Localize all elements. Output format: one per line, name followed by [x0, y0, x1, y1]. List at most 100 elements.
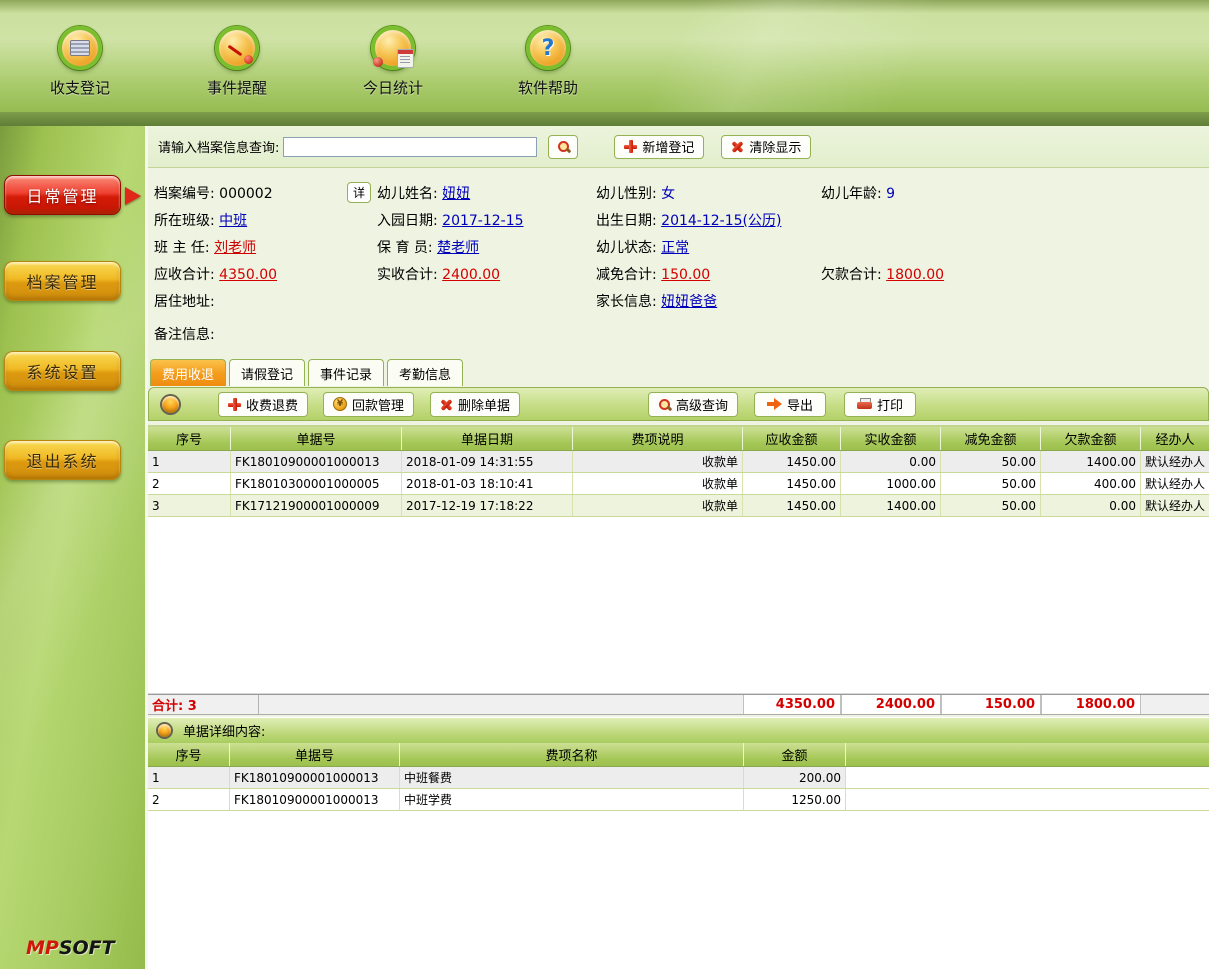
- delete-invoice-label: 删除单据: [458, 395, 510, 414]
- child-name-field: 幼儿姓名: 妞妞: [377, 183, 470, 203]
- collapse-orb-icon[interactable]: [162, 396, 179, 413]
- col-header-invoice: 单据号: [231, 427, 402, 450]
- collapse-orb-icon[interactable]: [158, 724, 171, 737]
- birth-date-link[interactable]: 2014-12-15(公历): [661, 213, 781, 229]
- table-row[interactable]: 3 FK17121900001000009 2017-12-19 17:18:2…: [148, 495, 1209, 517]
- topbar-item-event-reminder[interactable]: 事件提醒: [192, 26, 282, 98]
- repayment-label: 回款管理: [352, 395, 404, 414]
- enroll-date-field: 入园日期: 2017-12-15: [377, 210, 524, 230]
- col-header-received: 实收金额: [841, 427, 941, 450]
- tab-event-records[interactable]: 事件记录: [308, 359, 384, 386]
- detail-row-blank: [846, 789, 1209, 810]
- repayment-button[interactable]: ¥ 回款管理: [323, 392, 414, 417]
- nurse-link[interactable]: 楚老师: [437, 240, 479, 256]
- print-label: 打印: [877, 395, 903, 414]
- parent-field: 家长信息: 妞妞爸爸: [596, 291, 717, 311]
- col-header-operator: 经办人: [1141, 427, 1209, 450]
- total-receivable: 4350.00: [743, 695, 841, 714]
- status-link[interactable]: 正常: [661, 240, 689, 256]
- col-header-blank: [846, 743, 1209, 766]
- search-icon: [557, 140, 570, 153]
- advanced-query-label: 高级查询: [676, 395, 728, 414]
- col-header-type: 费项说明: [573, 427, 743, 450]
- archive-no-label: 档案编号: 000002: [154, 183, 273, 203]
- top-toolbar: 收支登记 事件提醒 今日统计 ? 软件帮助: [0, 0, 1209, 112]
- topbar-item-help[interactable]: ? 软件帮助: [503, 26, 593, 98]
- export-button[interactable]: 导出: [754, 392, 826, 417]
- detail-row[interactable]: 2 FK18010900001000013 中班学费 1250.00: [148, 789, 1209, 811]
- search-label: 请输入档案信息查询:: [158, 137, 279, 156]
- main-content: 请输入档案信息查询: 新增登记 清除显示 档案编号: 000002 详 幼儿姓名…: [148, 126, 1209, 969]
- receivable-total-value[interactable]: 4350.00: [219, 267, 277, 283]
- advanced-query-button[interactable]: 高级查询: [648, 392, 738, 417]
- fee-table-header: 序号 单据号 单据日期 费项说明 应收金额 实收金额 减免金额 欠款金额 经办人: [148, 427, 1209, 451]
- sidebar: 日常管理 档案管理 系统设置 退出系统 MPSOFT: [0, 126, 145, 969]
- reminder-icon: [215, 26, 259, 70]
- clear-display-label: 清除显示: [749, 137, 801, 156]
- total-waived: 150.00: [941, 695, 1041, 714]
- sidebar-item-system-settings[interactable]: 系统设置: [4, 351, 121, 391]
- head-teacher-link[interactable]: 刘老师: [214, 240, 256, 256]
- status-field: 幼儿状态: 正常: [596, 237, 689, 257]
- received-total-value[interactable]: 2400.00: [442, 267, 500, 283]
- sidebar-item-archive-management[interactable]: 档案管理: [4, 261, 121, 301]
- col-header-no: 序号: [148, 427, 231, 450]
- nurse-field: 保 育 员: 楚老师: [377, 237, 479, 257]
- search-button[interactable]: [548, 135, 578, 159]
- parent-link[interactable]: 妞妞爸爸: [661, 294, 717, 310]
- clear-display-button[interactable]: 清除显示: [721, 135, 811, 159]
- delete-invoice-button[interactable]: 删除单据: [430, 392, 520, 417]
- sidebar-item-daily-management[interactable]: 日常管理: [4, 175, 121, 215]
- fee-table-empty-area: [148, 517, 1209, 694]
- invoice-detail-header-bar: 单据详细内容:: [148, 717, 1209, 743]
- col-header-invoice: 单据号: [230, 743, 400, 766]
- export-label: 导出: [787, 395, 813, 414]
- print-button[interactable]: 打印: [844, 392, 916, 417]
- charge-refund-label: 收费退费: [246, 395, 298, 414]
- detail-table-header: 序号 单据号 费项名称 金额: [148, 743, 1209, 767]
- tab-attendance[interactable]: 考勤信息: [387, 359, 463, 386]
- owed-total-value[interactable]: 1800.00: [886, 267, 944, 283]
- waived-total-value[interactable]: 150.00: [661, 267, 710, 283]
- sidebar-item-exit-system[interactable]: 退出系统: [4, 440, 121, 480]
- totals-count-label: 合计: 3: [148, 695, 259, 714]
- receivable-total-field: 应收合计: 4350.00: [154, 264, 277, 284]
- search-input[interactable]: [283, 137, 537, 157]
- export-arrow-icon: [767, 398, 782, 410]
- enroll-date-link[interactable]: 2017-12-15: [442, 213, 523, 229]
- mpsoft-logo: MPSOFT: [26, 937, 115, 959]
- class-field: 所在班级: 中班: [154, 210, 247, 230]
- plus-icon: [228, 398, 241, 411]
- age-value: 9: [886, 186, 895, 202]
- owed-total-field: 欠款合计: 1800.00: [821, 264, 944, 284]
- sidebar-item-label: 档案管理: [26, 269, 98, 293]
- table-row[interactable]: 1 FK18010900001000013 2018-01-09 14:31:5…: [148, 451, 1209, 473]
- table-row[interactable]: 2 FK18010300001000005 2018-01-03 18:10:4…: [148, 473, 1209, 495]
- class-link[interactable]: 中班: [219, 213, 247, 229]
- tab-leave-register[interactable]: 请假登记: [229, 359, 305, 386]
- search-icon: [658, 398, 671, 411]
- fee-table: 序号 单据号 单据日期 费项说明 应收金额 实收金额 减免金额 欠款金额 经办人…: [148, 425, 1209, 517]
- topbar-item-income-register[interactable]: 收支登记: [35, 26, 125, 98]
- child-name-link[interactable]: 妞妞: [442, 186, 470, 202]
- new-register-label: 新增登记: [642, 137, 694, 156]
- plus-icon: [624, 140, 637, 153]
- fee-toolbar: 收费退费 ¥ 回款管理 删除单据 高级查询 导出 打印: [148, 387, 1209, 421]
- col-header-waived: 减免金额: [941, 427, 1041, 450]
- birth-date-field: 出生日期: 2014-12-15(公历): [596, 210, 781, 230]
- received-total-field: 实收合计: 2400.00: [377, 264, 500, 284]
- head-teacher-field: 班 主 任: 刘老师: [154, 237, 256, 257]
- charge-refund-button[interactable]: 收费退费: [218, 392, 308, 417]
- col-header-date: 单据日期: [402, 427, 573, 450]
- detail-row[interactable]: 1 FK18010900001000013 中班餐费 200.00: [148, 767, 1209, 789]
- detail-table-empty-area: [148, 811, 1209, 969]
- detail-button[interactable]: 详: [347, 182, 371, 203]
- ledger-icon: [58, 26, 102, 70]
- new-register-button[interactable]: 新增登记: [614, 135, 704, 159]
- topbar-label: 收支登记: [50, 77, 110, 98]
- help-icon: ?: [526, 26, 570, 70]
- child-profile-panel: 档案编号: 000002 详 幼儿姓名: 妞妞 幼儿性别: 女 幼儿年龄: 9 …: [148, 168, 1209, 356]
- topbar-item-today-stats[interactable]: 今日统计: [348, 26, 438, 98]
- tab-fee-records[interactable]: 费用收退: [150, 359, 226, 386]
- active-arrow-icon: [125, 187, 141, 205]
